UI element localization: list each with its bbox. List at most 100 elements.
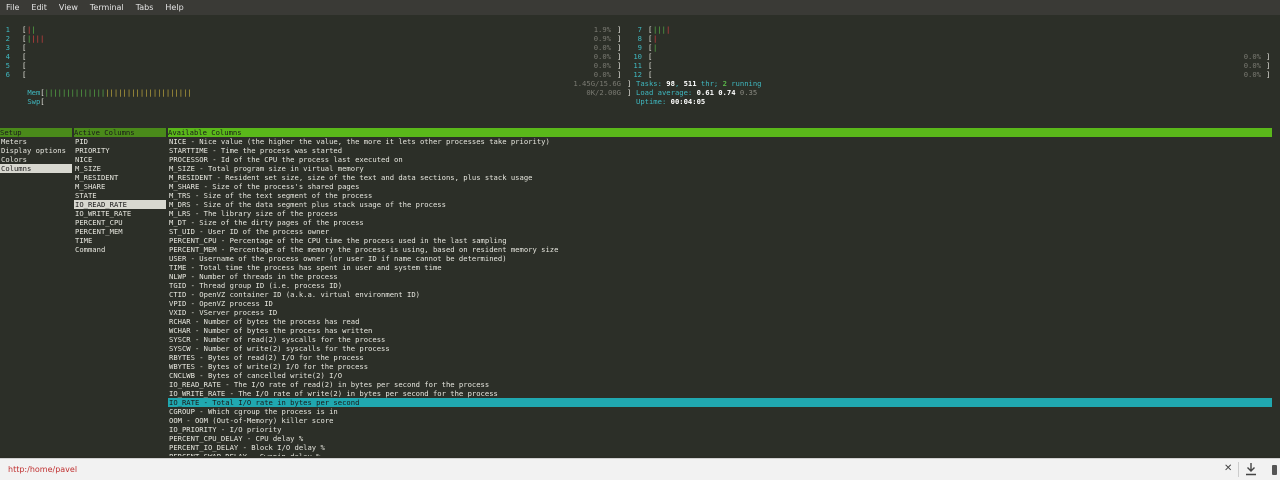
available-column-item[interactable]: SYSCW - Number of write(2) syscalls for … bbox=[168, 344, 1272, 353]
available-column-item[interactable]: USER - Username of the process owner (or… bbox=[168, 254, 1272, 263]
available-column-item[interactable]: RCHAR - Number of bytes the process has … bbox=[168, 317, 1272, 326]
meter-bracket-open: [ bbox=[22, 52, 27, 61]
meter-bracket-open: [ bbox=[648, 61, 653, 70]
status-bar: http:/home/pavel ✕ bbox=[0, 458, 1280, 480]
cpu-percent-value: 0.0% bbox=[1243, 61, 1261, 70]
menu-edit[interactable]: Edit bbox=[25, 0, 53, 15]
cpu-usage-bars: | bbox=[653, 34, 658, 43]
available-column-item[interactable]: IO_PRIORITY - I/O priority bbox=[168, 425, 1272, 434]
available-column-item[interactable]: PERCENT_SWAP_DELAY - Swapin delay % bbox=[168, 452, 1272, 456]
swp-meter: Swp[ 0K/2.00G ] bbox=[27, 88, 632, 106]
available-column-item[interactable]: STARTTIME - Time the process was started bbox=[168, 146, 1272, 155]
available-column-item[interactable]: NICE - Nice value (the higher the value,… bbox=[168, 137, 1272, 146]
available-column-item[interactable]: WCHAR - Number of bytes the process has … bbox=[168, 326, 1272, 335]
available-column-item[interactable]: OOM - OOM (Out-of-Memory) killer score bbox=[168, 416, 1272, 425]
available-column-item[interactable]: M_SHARE - Size of the process's shared p… bbox=[168, 182, 1272, 191]
cpu-percent-value: 0.9% bbox=[593, 34, 611, 43]
cpu-number: 12 bbox=[633, 70, 642, 79]
mem-value: 1.45G/15.6G bbox=[573, 79, 621, 88]
available-column-item[interactable]: TIME - Total time the process has spent … bbox=[168, 263, 1272, 272]
load-average-line: Load average: 0.61 0.74 0.35 bbox=[636, 88, 758, 97]
status-divider bbox=[1238, 462, 1239, 477]
active-column-item[interactable]: IO_WRITE_RATE bbox=[74, 209, 166, 218]
cpu-number: 5 bbox=[5, 61, 10, 70]
active-column-item[interactable]: Command bbox=[74, 245, 166, 254]
mem-meter: Mem[|||||||||||||||||||||||||||||||||| 1… bbox=[27, 79, 632, 97]
available-column-item[interactable]: IO_READ_RATE - The I/O rate of read(2) i… bbox=[168, 380, 1272, 389]
available-column-item[interactable]: M_LRS - The library size of the process bbox=[168, 209, 1272, 218]
available-column-item[interactable]: ST_UID - User ID of the process owner bbox=[168, 227, 1272, 236]
cpu-number: 1 bbox=[5, 25, 10, 34]
setup-menu-item[interactable]: Columns bbox=[0, 164, 72, 173]
available-column-item[interactable]: CNCLWB - Bytes of cancelled write(2) I/O bbox=[168, 371, 1272, 380]
menu-tabs[interactable]: Tabs bbox=[130, 0, 160, 15]
available-column-item[interactable]: PERCENT_IO_DELAY - Block I/O delay % bbox=[168, 443, 1272, 452]
terminal-window[interactable]: 1[|| 1.9%] 2[|||| 0.9%] 3[0.0%] 4[0.0%] 5[0.0%… bbox=[0, 15, 1280, 456]
download-icon[interactable] bbox=[1245, 462, 1257, 478]
active-column-item[interactable]: IO_READ_RATE bbox=[74, 200, 166, 209]
available-column-item[interactable]: M_DT - Size of the dirty pages of the pr… bbox=[168, 218, 1272, 227]
active-column-item[interactable]: M_SIZE bbox=[74, 164, 166, 173]
available-column-item[interactable]: VXID - VServer process ID bbox=[168, 308, 1272, 317]
available-column-item[interactable]: M_DRS - Size of the data segment plus st… bbox=[168, 200, 1272, 209]
meter-bracket-close: ] bbox=[617, 34, 622, 43]
setup-menu-item[interactable]: Meters bbox=[0, 137, 72, 146]
active-column-item[interactable]: PERCENT_CPU bbox=[74, 218, 166, 227]
download-arrow-icon bbox=[1246, 463, 1256, 476]
scrollbar-thumb[interactable] bbox=[1272, 465, 1277, 475]
available-column-item[interactable]: M_SIZE - Total program size in virtual m… bbox=[168, 164, 1272, 173]
cpu-percent-value: 0.0% bbox=[593, 43, 611, 52]
available-column-item[interactable]: IO_RATE - Total I/O rate in bytes per se… bbox=[168, 398, 1272, 407]
close-icon[interactable]: ✕ bbox=[1224, 463, 1232, 474]
cpu-percent-value: 0.0% bbox=[593, 61, 611, 70]
available-column-item[interactable]: TGID - Thread group ID (i.e. process ID) bbox=[168, 281, 1272, 290]
menu-help[interactable]: Help bbox=[159, 0, 189, 15]
status-url[interactable]: http:/home/pavel bbox=[8, 465, 77, 474]
meter-bracket-close: ] bbox=[617, 70, 622, 79]
cpu-number: 6 bbox=[5, 70, 10, 79]
menu-terminal[interactable]: Terminal bbox=[84, 0, 130, 15]
available-column-item[interactable]: CGROUP - Which cgroup the process is in bbox=[168, 407, 1272, 416]
active-column-item[interactable]: PID bbox=[74, 137, 166, 146]
available-column-item[interactable]: IO_WRITE_RATE - The I/O rate of write(2)… bbox=[168, 389, 1272, 398]
available-columns-header: Available Columns bbox=[168, 128, 1272, 137]
available-column-item[interactable]: NLWP - Number of threads in the process bbox=[168, 272, 1272, 281]
cpu-usage-bars: || bbox=[27, 25, 36, 34]
meter-bracket-open: [ bbox=[22, 61, 27, 70]
cpu-usage-bars: |||| bbox=[653, 25, 671, 34]
available-column-item[interactable]: WBYTES - Bytes of write(2) I/O for the p… bbox=[168, 362, 1272, 371]
available-column-item[interactable]: PROCESSOR - Id of the CPU the process la… bbox=[168, 155, 1272, 164]
cpu-percent-value: 0.0% bbox=[1243, 70, 1261, 79]
available-column-item[interactable]: PERCENT_CPU_DELAY - CPU delay % bbox=[168, 434, 1272, 443]
active-column-item[interactable]: PERCENT_MEM bbox=[74, 227, 166, 236]
meter-bracket-open: [ bbox=[648, 52, 653, 61]
available-column-item[interactable]: SYSCR - Number of read(2) syscalls for t… bbox=[168, 335, 1272, 344]
menubar: File Edit View Terminal Tabs Help bbox=[0, 0, 1280, 15]
available-column-item[interactable]: VPID - OpenVZ process ID bbox=[168, 299, 1272, 308]
active-columns-header: Active Columns bbox=[74, 128, 166, 137]
cpu-number: 11 bbox=[633, 61, 642, 70]
active-column-item[interactable]: M_SHARE bbox=[74, 182, 166, 191]
available-column-item[interactable]: M_TRS - Size of the text segment of the … bbox=[168, 191, 1272, 200]
tasks-line: Tasks: 98, 511 thr; 2 running bbox=[636, 79, 762, 88]
active-column-item[interactable]: M_RESIDENT bbox=[74, 173, 166, 182]
available-column-item[interactable]: CTID - OpenVZ container ID (a.k.a. virtu… bbox=[168, 290, 1272, 299]
setup-menu-item[interactable]: Display options bbox=[0, 146, 72, 155]
swp-value: 0K/2.00G bbox=[586, 88, 621, 97]
active-column-item[interactable]: NICE bbox=[74, 155, 166, 164]
cpu-number: 7 bbox=[637, 25, 642, 34]
meter-bracket-open: [ bbox=[648, 34, 653, 43]
active-column-item[interactable]: PRIORITY bbox=[74, 146, 166, 155]
active-column-item[interactable]: TIME bbox=[74, 236, 166, 245]
setup-menu-item[interactable]: Colors bbox=[0, 155, 72, 164]
cpu-number: 10 bbox=[633, 52, 642, 61]
available-column-item[interactable]: PERCENT_CPU - Percentage of the CPU time… bbox=[168, 236, 1272, 245]
available-column-item[interactable]: M_RESIDENT - Resident set size, size of … bbox=[168, 173, 1272, 182]
cpu-number: 8 bbox=[637, 34, 642, 43]
menu-file[interactable]: File bbox=[0, 0, 25, 15]
available-column-item[interactable]: RBYTES - Bytes of read(2) I/O for the pr… bbox=[168, 353, 1272, 362]
menu-view[interactable]: View bbox=[53, 0, 84, 15]
available-column-item[interactable]: PERCENT_MEM - Percentage of the memory t… bbox=[168, 245, 1272, 254]
active-column-item[interactable]: STATE bbox=[74, 191, 166, 200]
meter-bracket-open: [ bbox=[648, 70, 653, 79]
